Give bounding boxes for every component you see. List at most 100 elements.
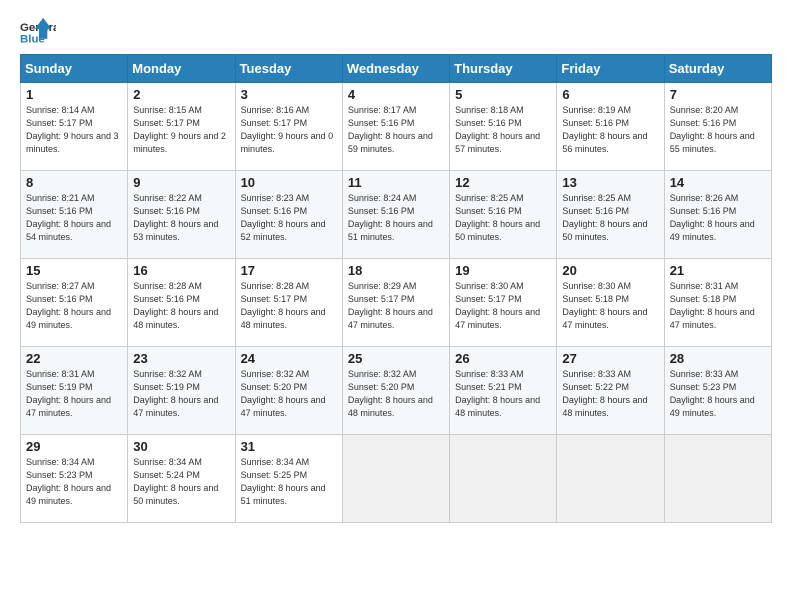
day-detail: Sunrise: 8:17 AMSunset: 5:16 PMDaylight:… [348,104,444,156]
day-number: 7 [670,87,766,102]
day-number: 28 [670,351,766,366]
calendar-cell: 28 Sunrise: 8:33 AMSunset: 5:23 PMDayligh… [664,347,771,435]
calendar-cell: 25 Sunrise: 8:32 AMSunset: 5:20 PMDayligh… [342,347,449,435]
day-detail: Sunrise: 8:34 AMSunset: 5:24 PMDaylight:… [133,456,229,508]
calendar-cell: 27 Sunrise: 8:33 AMSunset: 5:22 PMDayligh… [557,347,664,435]
calendar-cell: 20Sunrise: 8:30 AMSunset: 5:18 PMDayligh… [557,259,664,347]
day-number: 13 [562,175,658,190]
calendar-cell: 31 Sunrise: 8:34 AMSunset: 5:25 PMDayligh… [235,435,342,523]
day-detail: Sunrise: 8:34 AMSunset: 5:25 PMDaylight:… [241,456,337,508]
calendar-cell: 19 Sunrise: 8:30 AMSunset: 5:17 PMDayligh… [450,259,557,347]
week-row-5: 29Sunrise: 8:34 AMSunset: 5:23 PMDayligh… [21,435,772,523]
day-detail: Sunrise: 8:31 AMSunset: 5:19 PMDaylight:… [26,368,122,420]
calendar-cell: 7 Sunrise: 8:20 AMSunset: 5:16 PMDaylight… [664,83,771,171]
weekday-header-row: SundayMondayTuesdayWednesdayThursdayFrid… [21,55,772,83]
day-detail: Sunrise: 8:25 AMSunset: 5:16 PMDaylight:… [455,192,551,244]
week-row-4: 22 Sunrise: 8:31 AMSunset: 5:19 PMDayligh… [21,347,772,435]
day-number: 27 [562,351,658,366]
day-number: 15 [26,263,122,278]
day-detail: Sunrise: 8:14 AMSunset: 5:17 PMDaylight:… [26,104,122,156]
day-detail: Sunrise: 8:29 AMSunset: 5:17 PMDaylight:… [348,280,444,332]
day-number: 11 [348,175,444,190]
calendar-cell: 24 Sunrise: 8:32 AMSunset: 5:20 PMDayligh… [235,347,342,435]
day-number: 18 [348,263,444,278]
calendar-cell: 29Sunrise: 8:34 AMSunset: 5:23 PMDayligh… [21,435,128,523]
calendar-cell: 23 Sunrise: 8:32 AMSunset: 5:19 PMDayligh… [128,347,235,435]
calendar-cell: 12 Sunrise: 8:25 AMSunset: 5:16 PMDayligh… [450,171,557,259]
day-detail: Sunrise: 8:30 AMSunset: 5:18 PMDaylight:… [562,280,658,332]
day-number: 23 [133,351,229,366]
day-number: 30 [133,439,229,454]
calendar-cell: 14Sunrise: 8:26 AMSunset: 5:16 PMDayligh… [664,171,771,259]
calendar-cell: 5 Sunrise: 8:18 AMSunset: 5:16 PMDaylight… [450,83,557,171]
day-number: 2 [133,87,229,102]
day-number: 12 [455,175,551,190]
calendar-cell [557,435,664,523]
day-detail: Sunrise: 8:33 AMSunset: 5:23 PMDaylight:… [670,368,766,420]
day-detail: Sunrise: 8:26 AMSunset: 5:16 PMDaylight:… [670,192,766,244]
day-detail: Sunrise: 8:33 AMSunset: 5:22 PMDaylight:… [562,368,658,420]
calendar-cell: 2 Sunrise: 8:15 AMSunset: 5:17 PMDaylight… [128,83,235,171]
day-detail: Sunrise: 8:18 AMSunset: 5:16 PMDaylight:… [455,104,551,156]
day-detail: Sunrise: 8:32 AMSunset: 5:20 PMDaylight:… [348,368,444,420]
day-detail: Sunrise: 8:19 AMSunset: 5:16 PMDaylight:… [562,104,658,156]
day-number: 22 [26,351,122,366]
calendar-cell: 26Sunrise: 8:33 AMSunset: 5:21 PMDayligh… [450,347,557,435]
day-number: 31 [241,439,337,454]
week-row-3: 15 Sunrise: 8:27 AMSunset: 5:16 PMDayligh… [21,259,772,347]
day-number: 5 [455,87,551,102]
day-detail: Sunrise: 8:27 AMSunset: 5:16 PMDaylight:… [26,280,122,332]
calendar-cell: 30 Sunrise: 8:34 AMSunset: 5:24 PMDayligh… [128,435,235,523]
day-number: 3 [241,87,337,102]
day-detail: Sunrise: 8:22 AMSunset: 5:16 PMDaylight:… [133,192,229,244]
day-number: 10 [241,175,337,190]
day-detail: Sunrise: 8:28 AMSunset: 5:17 PMDaylight:… [241,280,337,332]
day-detail: Sunrise: 8:32 AMSunset: 5:19 PMDaylight:… [133,368,229,420]
calendar-cell: 22 Sunrise: 8:31 AMSunset: 5:19 PMDayligh… [21,347,128,435]
calendar-cell: 4 Sunrise: 8:17 AMSunset: 5:16 PMDaylight… [342,83,449,171]
weekday-header-thursday: Thursday [450,55,557,83]
day-detail: Sunrise: 8:16 AMSunset: 5:17 PMDaylight:… [241,104,337,156]
day-detail: Sunrise: 8:30 AMSunset: 5:17 PMDaylight:… [455,280,551,332]
day-detail: Sunrise: 8:34 AMSunset: 5:23 PMDaylight:… [26,456,122,508]
calendar-cell: 9Sunrise: 8:22 AMSunset: 5:16 PMDaylight… [128,171,235,259]
weekday-header-sunday: Sunday [21,55,128,83]
week-row-1: 1 Sunrise: 8:14 AMSunset: 5:17 PMDaylight… [21,83,772,171]
weekday-header-saturday: Saturday [664,55,771,83]
calendar-cell [664,435,771,523]
day-number: 19 [455,263,551,278]
day-detail: Sunrise: 8:32 AMSunset: 5:20 PMDaylight:… [241,368,337,420]
calendar-cell: 13 Sunrise: 8:25 AMSunset: 5:16 PMDayligh… [557,171,664,259]
day-number: 6 [562,87,658,102]
day-detail: Sunrise: 8:20 AMSunset: 5:16 PMDaylight:… [670,104,766,156]
weekday-header-friday: Friday [557,55,664,83]
day-number: 24 [241,351,337,366]
calendar-table: SundayMondayTuesdayWednesdayThursdayFrid… [20,54,772,523]
day-number: 17 [241,263,337,278]
page: General Blue SundayMondayTuesdayWednesda… [0,0,792,612]
calendar-cell: 8 Sunrise: 8:21 AMSunset: 5:16 PMDaylight… [21,171,128,259]
calendar-cell: 18 Sunrise: 8:29 AMSunset: 5:17 PMDayligh… [342,259,449,347]
day-number: 1 [26,87,122,102]
day-detail: Sunrise: 8:25 AMSunset: 5:16 PMDaylight:… [562,192,658,244]
day-detail: Sunrise: 8:33 AMSunset: 5:21 PMDaylight:… [455,368,551,420]
calendar-cell: 11 Sunrise: 8:24 AMSunset: 5:16 PMDayligh… [342,171,449,259]
day-detail: Sunrise: 8:31 AMSunset: 5:18 PMDaylight:… [670,280,766,332]
calendar-cell: 1 Sunrise: 8:14 AMSunset: 5:17 PMDaylight… [21,83,128,171]
day-detail: Sunrise: 8:24 AMSunset: 5:16 PMDaylight:… [348,192,444,244]
header: General Blue [20,18,772,46]
calendar-cell: 15 Sunrise: 8:27 AMSunset: 5:16 PMDayligh… [21,259,128,347]
day-number: 4 [348,87,444,102]
day-detail: Sunrise: 8:21 AMSunset: 5:16 PMDaylight:… [26,192,122,244]
day-number: 16 [133,263,229,278]
day-detail: Sunrise: 8:28 AMSunset: 5:16 PMDaylight:… [133,280,229,332]
weekday-header-wednesday: Wednesday [342,55,449,83]
calendar-cell: 16 Sunrise: 8:28 AMSunset: 5:16 PMDayligh… [128,259,235,347]
day-number: 8 [26,175,122,190]
calendar-cell: 6 Sunrise: 8:19 AMSunset: 5:16 PMDaylight… [557,83,664,171]
calendar-cell: 17 Sunrise: 8:28 AMSunset: 5:17 PMDayligh… [235,259,342,347]
day-number: 21 [670,263,766,278]
day-number: 25 [348,351,444,366]
day-detail: Sunrise: 8:15 AMSunset: 5:17 PMDaylight:… [133,104,229,156]
calendar-cell: 21 Sunrise: 8:31 AMSunset: 5:18 PMDayligh… [664,259,771,347]
